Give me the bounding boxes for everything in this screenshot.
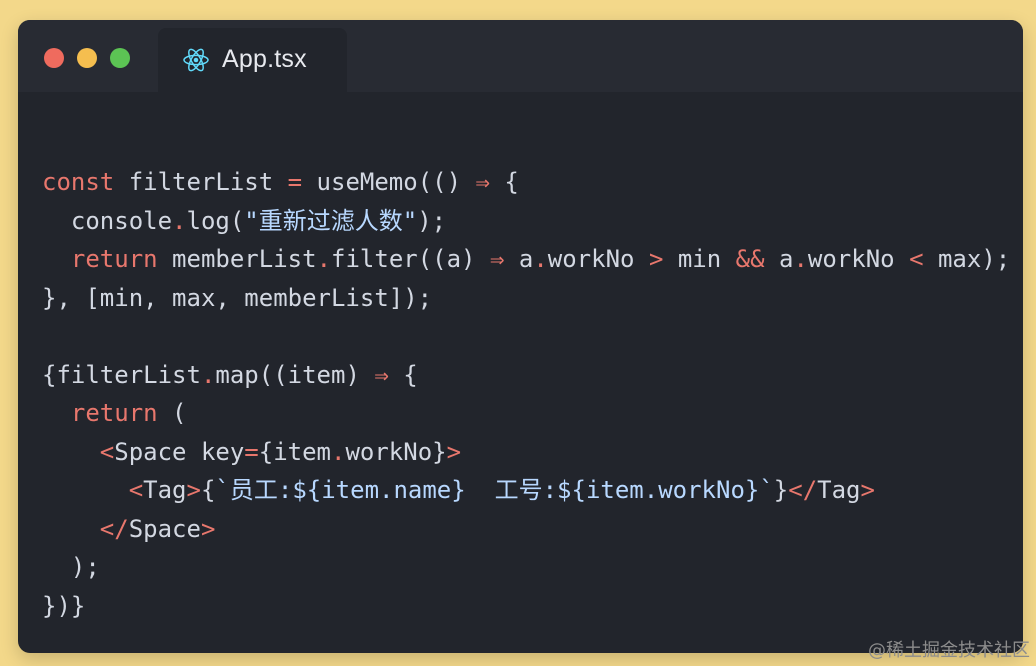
watermark: @稀土掘金技术社区	[868, 640, 1030, 661]
code-token: .	[316, 245, 332, 273]
code-token: <	[909, 245, 924, 273]
code-token: {	[489, 168, 519, 196]
code-token: {item	[258, 437, 331, 466]
code-token: })}	[42, 591, 86, 620]
code-token: return	[70, 399, 158, 427]
code-token: log(	[186, 206, 245, 235]
code-line: }, [min, max, memberList]);	[42, 279, 1010, 318]
code-token: >	[200, 514, 216, 543]
code-token: workNo	[807, 245, 910, 273]
code-token: >	[648, 245, 664, 273]
code-line: console.log("重新过滤人数");	[42, 202, 1010, 241]
code-token: a	[504, 245, 534, 273]
code-token: workNo	[547, 245, 649, 273]
tab-app-tsx[interactable]: App.tsx	[158, 28, 347, 92]
code-window: App.tsx const filterList = useMemo(() ⇒ …	[18, 20, 1023, 653]
code-token: .	[533, 245, 548, 273]
tab-title: App.tsx	[222, 45, 307, 73]
code-token: console	[42, 206, 173, 235]
code-token: Space	[128, 514, 201, 543]
code-token: map((item)	[215, 360, 375, 389]
code-line: {filterList.map((item) ⇒ {	[42, 356, 1010, 395]
code-line: );	[42, 548, 1010, 587]
code-token: =	[244, 437, 259, 466]
code-line: <Space key={item.workNo}>	[42, 433, 1010, 472]
code-token: min	[663, 245, 736, 273]
code-token: <	[99, 437, 115, 466]
code-token: {	[200, 476, 216, 504]
code-line: </Space>	[42, 510, 1010, 549]
code-token: >	[446, 437, 462, 466]
code-token: useMemo(()	[302, 168, 476, 196]
code-token: max);	[923, 245, 1011, 273]
code-token: "重新过滤人数"	[244, 206, 418, 235]
code-token: a	[764, 245, 794, 273]
code-token: filterList	[114, 168, 288, 196]
code-token: workNo}	[345, 437, 447, 466]
code-token: ⇒	[475, 168, 490, 196]
code-token: &&	[735, 245, 765, 273]
title-bar: App.tsx	[18, 20, 1023, 92]
code-token: const	[42, 168, 115, 196]
code-token: .	[793, 245, 808, 273]
code-token: );	[42, 553, 100, 581]
code-token: =	[287, 168, 303, 196]
code-token: return	[70, 245, 158, 273]
code-token: filter((a)	[331, 245, 490, 273]
code-token: Space key	[114, 437, 245, 466]
code-token: ⇒	[374, 360, 389, 389]
code-token: .	[331, 437, 346, 466]
code-token: >	[186, 476, 201, 504]
code-token: .	[172, 206, 187, 235]
close-window-button[interactable]	[44, 48, 64, 68]
code-line: return memberList.filter((a) ⇒ a.workNo …	[42, 240, 1010, 279]
code-block[interactable]: const filterList = useMemo(() ⇒ { consol…	[42, 163, 1010, 625]
code-line: })}	[42, 587, 1010, 626]
maximize-window-button[interactable]	[110, 48, 130, 68]
code-token: memberList	[157, 245, 317, 273]
code-line: return (	[42, 394, 1010, 433]
code-token: <	[128, 476, 144, 504]
code-token: .	[200, 360, 216, 389]
code-token: Tag	[143, 476, 187, 504]
code-line: <Tag>{`员工:${item.name} 工号:${item.workNo}…	[42, 471, 1010, 510]
code-line: const filterList = useMemo(() ⇒ {	[42, 163, 1010, 202]
code-token: }	[773, 476, 789, 504]
code-token: {filterList	[42, 360, 201, 389]
code-token: Tag	[817, 476, 861, 504]
code-token: }, [min, max, memberList]);	[42, 283, 433, 312]
code-token: ⇒	[489, 245, 505, 273]
code-token: `员工:${item.name} 工号:${item.workNo}`	[215, 476, 774, 504]
code-token: >	[860, 476, 875, 504]
code-token: </	[788, 476, 818, 504]
code-token: </	[99, 514, 129, 543]
code-token: (	[157, 399, 187, 427]
code-token: );	[417, 206, 447, 235]
code-token: {	[388, 360, 418, 389]
react-icon	[182, 46, 210, 74]
minimize-window-button[interactable]	[77, 48, 97, 68]
